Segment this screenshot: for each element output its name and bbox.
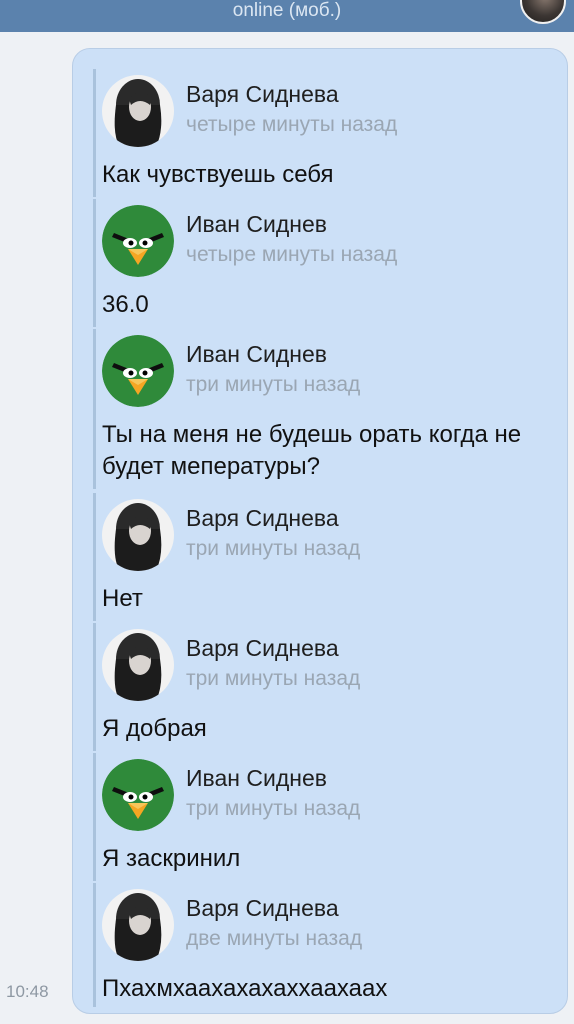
author-name[interactable]: Варя Сиднева bbox=[186, 895, 339, 922]
message-text: Ты на меня не будешь орать когда не буде… bbox=[102, 421, 522, 480]
forwarded-message: Варя Сиднева три минуты назад Я добрая bbox=[93, 623, 553, 751]
message-time: три минуты назад bbox=[186, 797, 361, 820]
forwarded-message: Варя Сиднева три минуты назад Нет bbox=[93, 493, 553, 621]
message-text: 36.0 bbox=[102, 291, 149, 318]
message-time: три минуты назад bbox=[186, 537, 361, 560]
chat-header: online (моб.) bbox=[0, 0, 574, 32]
author-name[interactable]: Иван Сиднев bbox=[186, 341, 327, 368]
message-bubble[interactable]: Варя Сиднева четыре минуты назад Как чув… bbox=[72, 48, 568, 1014]
message-time: три минуты назад bbox=[186, 667, 361, 690]
forwarded-message: Иван Сиднев три минуты назад Ты на меня … bbox=[93, 329, 553, 489]
message-time: три минуты назад bbox=[186, 373, 361, 396]
girl-avatar[interactable] bbox=[102, 629, 174, 701]
angry-bird-icon[interactable] bbox=[102, 205, 174, 277]
author-name[interactable]: Иван Сиднев bbox=[186, 211, 327, 238]
author-name[interactable]: Варя Сиднева bbox=[186, 81, 339, 108]
message-text: Я заскринил bbox=[102, 845, 241, 872]
angry-bird-icon[interactable] bbox=[102, 759, 174, 831]
forwarded-message: Иван Сиднев четыре минуты назад 36.0 bbox=[93, 199, 553, 327]
forwarded-message: Варя Сиднева две минуты назад Пхахмхааха… bbox=[93, 883, 553, 1007]
author-name[interactable]: Варя Сиднева bbox=[186, 635, 339, 662]
message-time: четыре минуты назад bbox=[186, 243, 398, 266]
forwarded-message: Варя Сиднева четыре минуты назад Как чув… bbox=[93, 69, 553, 197]
angry-bird-icon[interactable] bbox=[102, 335, 174, 407]
message-time: четыре минуты назад bbox=[186, 113, 398, 136]
message-text: Нет bbox=[102, 585, 143, 612]
girl-avatar[interactable] bbox=[102, 499, 174, 571]
girl-avatar[interactable] bbox=[102, 75, 174, 147]
message-time: две минуты назад bbox=[186, 927, 363, 950]
forwarded-message: Иван Сиднев три минуты назад Я заскринил bbox=[93, 753, 553, 881]
author-name[interactable]: Варя Сиднева bbox=[186, 505, 339, 532]
author-name[interactable]: Иван Сиднев bbox=[186, 765, 327, 792]
girl-avatar[interactable] bbox=[102, 889, 174, 961]
message-timestamp: 10:48 bbox=[6, 982, 49, 1001]
message-text: Как чувствуешь себя bbox=[102, 161, 334, 188]
message-text: Пхахмхаахахахаххаахаах bbox=[102, 975, 388, 1002]
message-text: Я добрая bbox=[102, 715, 207, 742]
online-status: online (моб.) bbox=[232, 0, 342, 21]
